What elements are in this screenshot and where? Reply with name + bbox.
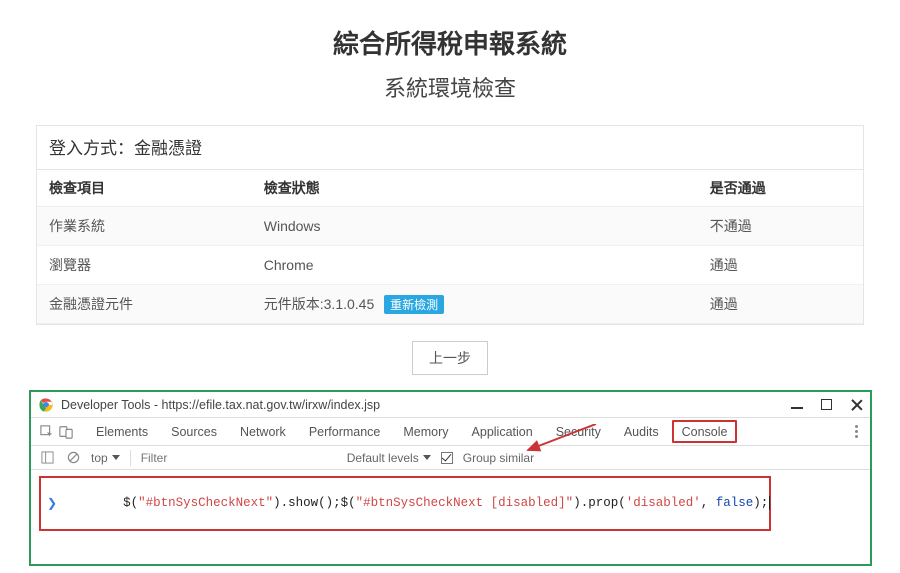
tab-audits[interactable]: Audits — [614, 419, 669, 444]
log-levels-selector[interactable]: Default levels — [347, 451, 431, 465]
device-toggle-icon[interactable] — [58, 424, 74, 440]
tab-elements[interactable]: Elements — [86, 419, 158, 444]
inspect-icon[interactable] — [39, 424, 55, 440]
window-close-button[interactable] — [850, 398, 864, 412]
col-header-item: 檢查項目 — [37, 170, 252, 207]
window-minimize-button[interactable] — [791, 407, 803, 409]
env-check-panel: 登入方式：金融憑證 檢查項目 檢查狀態 是否通過 作業系統 Windows 不通… — [36, 125, 864, 325]
tab-console[interactable]: Console — [672, 420, 738, 443]
console-body: ❯ $("#btnSysCheckNext").show();$("#btnSy… — [31, 470, 870, 537]
col-header-pass: 是否通過 — [698, 170, 863, 207]
tab-performance[interactable]: Performance — [299, 419, 391, 444]
page-subtitle: 系統環境檢查 — [0, 71, 900, 103]
recheck-button[interactable]: 重新檢測 — [384, 295, 444, 314]
console-sidebar-toggle-icon[interactable] — [39, 450, 55, 466]
tab-memory[interactable]: Memory — [393, 419, 458, 444]
table-row: 金融憑證元件 元件版本:3.1.0.45 重新檢測 通過 — [37, 285, 863, 324]
page-title: 綜合所得稅申報系統 — [0, 24, 900, 61]
env-check-table: 檢查項目 檢查狀態 是否通過 作業系統 Windows 不通過 瀏覽器 Chro… — [37, 170, 863, 324]
cell-item: 瀏覽器 — [37, 246, 252, 285]
window-maximize-button[interactable] — [821, 399, 832, 410]
console-filterbar: top Default levels Group similar — [31, 446, 870, 470]
table-row: 瀏覽器 Chrome 通過 — [37, 246, 863, 285]
devtools-tabs: Elements Sources Network Performance Mem… — [31, 418, 870, 446]
console-prompt-icon: ❯ — [47, 496, 57, 510]
tab-network[interactable]: Network — [230, 419, 296, 444]
cell-item: 金融憑證元件 — [37, 285, 252, 324]
group-similar-label: Group similar — [463, 451, 534, 465]
cell-item: 作業系統 — [37, 207, 252, 246]
context-selector[interactable]: top — [91, 451, 120, 465]
group-similar-checkbox[interactable] — [441, 452, 453, 464]
chrome-icon — [39, 398, 53, 412]
tab-sources[interactable]: Sources — [161, 419, 227, 444]
login-method-label: 登入方式：金融憑證 — [37, 126, 863, 170]
console-filter-input[interactable] — [141, 451, 321, 465]
cell-pass: 不通過 — [698, 207, 863, 246]
devtools-window: Developer Tools - https://efile.tax.nat.… — [29, 390, 872, 566]
clear-console-icon[interactable] — [65, 450, 81, 466]
more-options-icon[interactable] — [854, 425, 858, 438]
cell-status: Windows — [252, 207, 698, 246]
col-header-status: 檢查狀態 — [252, 170, 698, 207]
tab-application[interactable]: Application — [462, 419, 543, 444]
previous-step-button[interactable]: 上一步 — [412, 341, 488, 375]
table-row: 作業系統 Windows 不通過 — [37, 207, 863, 246]
cell-pass: 通過 — [698, 285, 863, 324]
devtools-title: Developer Tools - https://efile.tax.nat.… — [61, 398, 791, 412]
tab-security[interactable]: Security — [546, 419, 611, 444]
cell-status: 元件版本:3.1.0.45 重新檢測 — [252, 285, 698, 324]
console-input[interactable]: ❯ $("#btnSysCheckNext").show();$("#btnSy… — [39, 476, 771, 531]
cell-status: Chrome — [252, 246, 698, 285]
cell-pass: 通過 — [698, 246, 863, 285]
devtools-titlebar: Developer Tools - https://efile.tax.nat.… — [31, 392, 870, 418]
